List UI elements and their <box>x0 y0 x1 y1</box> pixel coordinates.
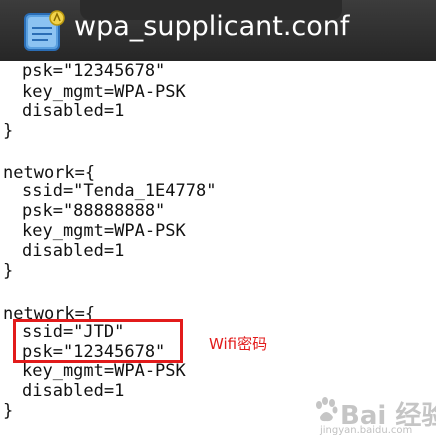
code-line[interactable]: key_mgmt=WPA-PSK <box>22 361 186 381</box>
code-line[interactable]: } <box>3 401 13 421</box>
text-editor-icon[interactable] <box>22 8 66 54</box>
code-line[interactable]: } <box>3 121 13 141</box>
paw-icon <box>316 397 338 422</box>
watermark-subtext: jingyan.baidu.com <box>320 425 413 436</box>
code-line[interactable]: key_mgmt=WPA-PSK <box>22 221 186 241</box>
code-line[interactable]: disabled=1 <box>22 381 124 401</box>
annotation-label: Wifi密码 <box>209 335 268 353</box>
code-line[interactable]: key_mgmt=WPA-PSK <box>22 82 186 102</box>
code-line[interactable]: psk="88888888" <box>22 201 165 221</box>
code-line[interactable]: psk="12345678" <box>22 61 165 81</box>
text-editor-area[interactable]: psk="12345678" key_mgmt=WPA-PSK disabled… <box>0 61 436 448</box>
code-line[interactable]: ssid="Tenda_1E4778" <box>22 181 216 201</box>
title-bar: wpa_supplicant.conf <box>0 0 436 62</box>
code-line[interactable]: network={ <box>3 163 95 183</box>
watermark: Bai 经验 jingyan.baidu.com <box>314 395 436 445</box>
highlight-box <box>13 319 183 363</box>
code-line[interactable]: disabled=1 <box>22 101 124 121</box>
code-line[interactable]: disabled=1 <box>22 241 124 261</box>
code-line[interactable]: } <box>3 261 13 281</box>
window-title: wpa_supplicant.conf <box>74 11 350 42</box>
